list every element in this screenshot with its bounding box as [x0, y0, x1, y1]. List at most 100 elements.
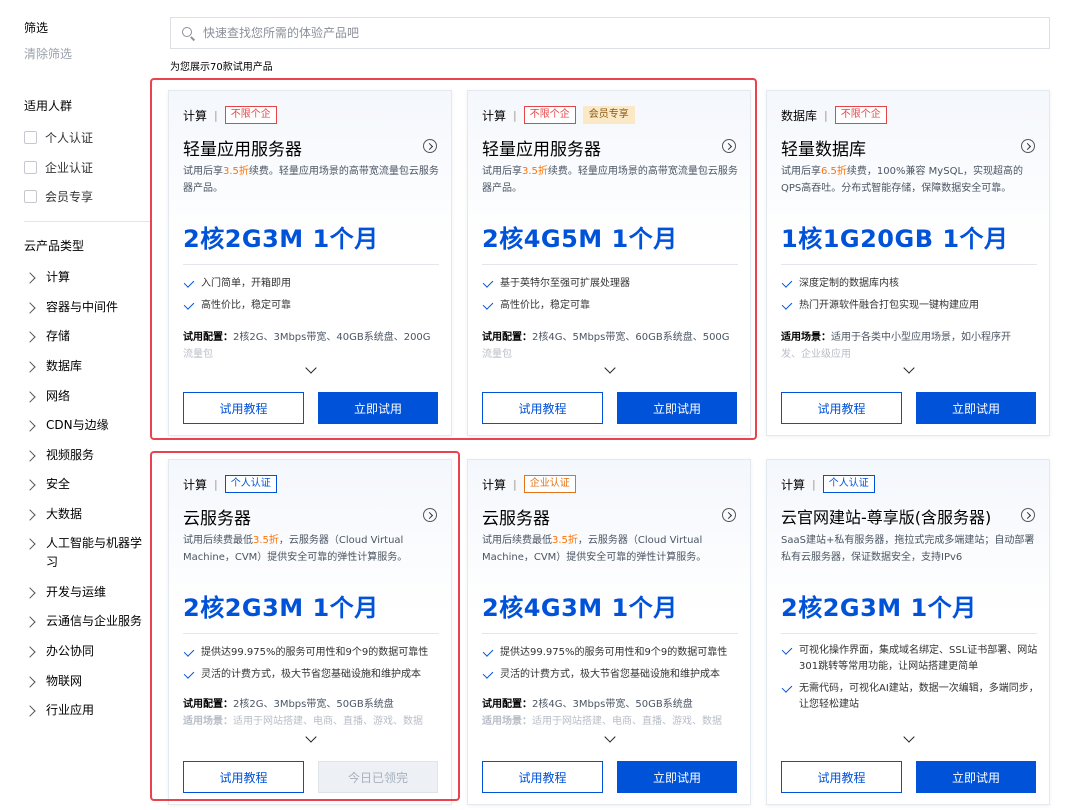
- try-now-button[interactable]: 立即试用: [916, 392, 1036, 424]
- chevron-right-icon: [24, 420, 36, 432]
- feature-text: 提供达99.975%的服务可用性和9个9的数据可靠性: [201, 647, 429, 658]
- arrow-right-circle-icon[interactable]: [423, 508, 437, 522]
- card-title[interactable]: 轻量应用服务器: [482, 135, 601, 160]
- try-now-button[interactable]: 立即试用: [916, 761, 1036, 793]
- sidebar-category[interactable]: 大数据: [24, 505, 150, 524]
- member-badge: 会员专享: [582, 106, 635, 124]
- arrow-right-circle-icon[interactable]: [722, 139, 736, 153]
- card-title[interactable]: 云服务器: [183, 504, 251, 529]
- feature-text: 可视化操作界面，集成域名绑定、SSL证书部署、网站301跳转等常用功能，让网站搭…: [799, 645, 1038, 672]
- product-card: 计算 | 不限个企 会员专享 轻量应用服务器 试用后享3.5折续费。轻量应用场景…: [467, 90, 751, 436]
- checkbox-box[interactable]: [24, 189, 37, 203]
- product-card: 计算 | 个人认证 云服务器 试用后续费最低3.5折，云服务器（Cloud Vi…: [168, 459, 452, 805]
- sidebar-category[interactable]: 存储: [24, 327, 150, 346]
- category-label: CDN与边缘: [46, 418, 109, 432]
- scene-label: 适用场景：: [781, 332, 831, 343]
- sidebar-category[interactable]: 云通信与企业服务: [24, 612, 150, 631]
- card-header: 数据库 | 不限个企: [781, 105, 894, 125]
- product-card: 计算 | 个人认证 云官网建站-尊享版(含服务器) SaaS建站+私有服务器，拖…: [766, 459, 1050, 805]
- chevron-down-icon[interactable]: [604, 731, 616, 743]
- card-description: SaaS建站+私有服务器，拖拉式完成多端建站；自动部署私有云服务器，保证数据安全…: [781, 532, 1039, 566]
- try-now-button[interactable]: 立即试用: [318, 392, 438, 424]
- tutorial-button[interactable]: 试用教程: [183, 761, 304, 793]
- chevron-down-icon[interactable]: [604, 362, 616, 374]
- sidebar-category[interactable]: 行业应用: [24, 701, 150, 720]
- chevron-down-icon[interactable]: [305, 731, 317, 743]
- sidebar-category[interactable]: 容器与中间件: [24, 298, 150, 317]
- tutorial-button[interactable]: 试用教程: [482, 761, 603, 793]
- card-title[interactable]: 轻量应用服务器: [183, 135, 302, 160]
- card-config: 试用配置：2核2G、3Mbps带宽、50GB系统盘 适用场景：适用于网站搭建、电商…: [183, 696, 441, 730]
- tutorial-button[interactable]: 试用教程: [781, 392, 902, 424]
- card-divider: [183, 264, 439, 265]
- sidebar-category[interactable]: 数据库: [24, 357, 150, 376]
- category-label: 人工智能与机器学习: [46, 536, 143, 569]
- arrow-right-circle-icon[interactable]: [1021, 508, 1035, 522]
- card-spec: 2核2G3M 1个月: [183, 594, 379, 622]
- feature-item: 热门开源软件融合打包实现一键构建应用: [781, 298, 1039, 314]
- check-icon: [183, 668, 195, 679]
- sidebar-category[interactable]: 人工智能与机器学习: [24, 534, 150, 572]
- filter-personal-checkbox[interactable]: 个人认证: [24, 128, 93, 146]
- scene-text: 适用于各类中小型应用场景，如小程序开: [831, 332, 1011, 343]
- category-label: 云通信与企业服务: [46, 614, 143, 628]
- feature-item: 深度定制的数据库内核: [781, 276, 1039, 292]
- sidebar-category[interactable]: CDN与边缘: [24, 416, 150, 435]
- sidebar-category[interactable]: 计算: [24, 268, 150, 287]
- filter-enterprise-checkbox[interactable]: 企业认证: [24, 158, 93, 176]
- arrow-right-circle-icon[interactable]: [1021, 139, 1035, 153]
- sidebar-category[interactable]: 网络: [24, 387, 150, 406]
- feature-item: 提供达99.975%的服务可用性和9个9的数据可靠性: [482, 645, 740, 661]
- config-text: 2核2G、3Mbps带宽、40GB系统盘、200G: [233, 332, 431, 343]
- category-label: 办公协同: [46, 644, 95, 658]
- filter-member-checkbox[interactable]: 会员专享: [24, 187, 93, 205]
- chevron-down-icon[interactable]: [903, 362, 915, 374]
- search-input[interactable]: [203, 26, 1003, 40]
- sidebar-category[interactable]: 安全: [24, 475, 150, 494]
- chevron-right-icon: [24, 705, 36, 717]
- card-title[interactable]: 云官网建站-尊享版(含服务器): [781, 504, 991, 528]
- category-label: 视频服务: [46, 448, 95, 462]
- tutorial-button[interactable]: 试用教程: [781, 761, 902, 793]
- feature-text: 热门开源软件融合打包实现一键构建应用: [799, 300, 979, 311]
- feature-item: 入门简单，开箱即用: [183, 276, 441, 292]
- sidebar-category[interactable]: 物联网: [24, 672, 150, 691]
- feature-item: 高性价比，稳定可靠: [482, 298, 740, 314]
- check-icon: [781, 682, 793, 693]
- sidebar-category[interactable]: 视频服务: [24, 446, 150, 465]
- checkbox-box[interactable]: [24, 130, 37, 144]
- sidebar-category[interactable]: 开发与运维: [24, 583, 150, 602]
- search-bar[interactable]: [170, 17, 1050, 49]
- arrow-right-circle-icon[interactable]: [722, 508, 736, 522]
- tag-badge: 不限个企: [834, 106, 887, 124]
- try-now-button[interactable]: 立即试用: [617, 761, 737, 793]
- chevron-right-icon: [24, 509, 36, 521]
- tutorial-button[interactable]: 试用教程: [482, 392, 603, 424]
- arrow-right-circle-icon[interactable]: [423, 139, 437, 153]
- try-now-button[interactable]: 立即试用: [617, 392, 737, 424]
- scene-label: 适用场景：: [183, 716, 233, 727]
- feature-list: 深度定制的数据库内核 热门开源软件融合打包实现一键构建应用: [781, 276, 1039, 320]
- feature-text: 深度定制的数据库内核: [799, 278, 899, 289]
- card-title[interactable]: 云服务器: [482, 504, 550, 529]
- card-title[interactable]: 轻量数据库: [781, 135, 866, 160]
- config-text: 2核4G、3Mbps带宽、50GB系统盘: [532, 699, 693, 710]
- checkbox-box[interactable]: [24, 160, 37, 174]
- category-heading: 云产品类型: [24, 239, 85, 253]
- feature-item: 高性价比，稳定可靠: [183, 298, 441, 314]
- card-divider: [781, 264, 1037, 265]
- feature-item: 可视化操作界面，集成域名绑定、SSL证书部署、网站301跳转等常用功能，让网站搭…: [781, 643, 1039, 675]
- check-icon: [482, 277, 494, 288]
- chevron-right-icon: [24, 676, 36, 688]
- chevron-right-icon: [24, 391, 36, 403]
- clear-filter-link[interactable]: 清除筛选: [24, 45, 72, 62]
- chevron-down-icon[interactable]: [903, 731, 915, 743]
- discount-text: 6.5折: [821, 166, 847, 177]
- card-category: 计算: [183, 108, 208, 123]
- tutorial-button[interactable]: 试用教程: [183, 392, 304, 424]
- chevron-right-icon: [24, 616, 36, 628]
- feature-item: 灵活的计费方式，极大节省您基础设施和维护成本: [183, 667, 441, 683]
- chevron-down-icon[interactable]: [305, 362, 317, 374]
- feature-item: 基于英特尔至强可扩展处理器: [482, 276, 740, 292]
- sidebar-category[interactable]: 办公协同: [24, 642, 150, 661]
